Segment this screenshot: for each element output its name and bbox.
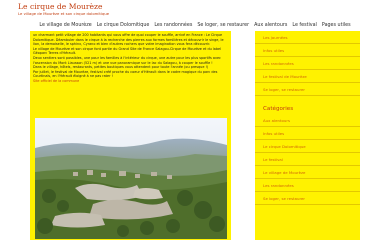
site-header: Le cirque de Mourèze Le village de Mourè…: [0, 0, 390, 31]
sidebar-item-festival[interactable]: Le festival de Mourèze: [255, 70, 360, 83]
nav-item-pages-utiles[interactable]: Pages utiles: [322, 20, 351, 31]
nav-item-randonnees[interactable]: Les randonnées: [154, 20, 192, 31]
village-photo: [35, 118, 227, 239]
category-loger[interactable]: Se loger, se restaurer: [255, 192, 360, 205]
category-alentours[interactable]: Aux alentours: [255, 114, 360, 127]
sidebar: Les journées Infos utiles Les randonnées…: [255, 31, 360, 240]
nav-item-alentours[interactable]: Aux alentours: [254, 20, 287, 31]
main-nav: Le village de Mourèze Le cirque Dolomiti…: [0, 20, 390, 31]
official-site-link[interactable]: Site officiel de la commune: [33, 79, 228, 84]
sidebar-item-journees[interactable]: Les journées: [255, 31, 360, 44]
festival-paragraph: Par juillet, le festival de Mourèze, fes…: [33, 69, 218, 79]
intro-paragraph: un charmant petit village de 200 habitan…: [33, 33, 224, 47]
sentiers-paragraph: Deux sentiers sont possibles, une pour l…: [33, 55, 221, 65]
main-content: un charmant petit village de 200 habitan…: [30, 31, 231, 240]
sidebar-menu: Les journées Infos utiles Les randonnées…: [255, 31, 360, 96]
category-randonnees[interactable]: Les randonnées: [255, 179, 360, 192]
nav-item-cirque[interactable]: Le cirque Dolomitique: [97, 20, 150, 31]
category-festival[interactable]: Le festival: [255, 153, 360, 166]
category-infos-utiles[interactable]: Infos utiles: [255, 127, 360, 140]
site-tagline: Le village de Mourèze et son cirque dolo…: [18, 11, 110, 16]
categories-list: Aux alentours Infos utiles Le cirque Dol…: [255, 114, 360, 205]
sidebar-item-randonnees[interactable]: Les randonnées: [255, 57, 360, 70]
label-paragraph: Le village de Mourèze et son cirque font…: [33, 46, 222, 56]
sidebar-item-loger[interactable]: Se loger, se restaurer: [255, 83, 360, 96]
site-title[interactable]: Le cirque de Mourèze: [18, 2, 103, 11]
categories-heading: Catégories: [263, 106, 294, 112]
nav-item-village[interactable]: Le village de Mourèze: [39, 20, 91, 31]
category-cirque[interactable]: Le cirque Dolomitique: [255, 140, 360, 153]
nav-item-festival[interactable]: Le festival: [292, 20, 317, 31]
sidebar-item-infos-utiles[interactable]: Infos utiles: [255, 44, 360, 57]
nav-item-loger[interactable]: Se loger, se restaurer: [197, 20, 249, 31]
category-village[interactable]: Le village de Mourèze: [255, 166, 360, 179]
